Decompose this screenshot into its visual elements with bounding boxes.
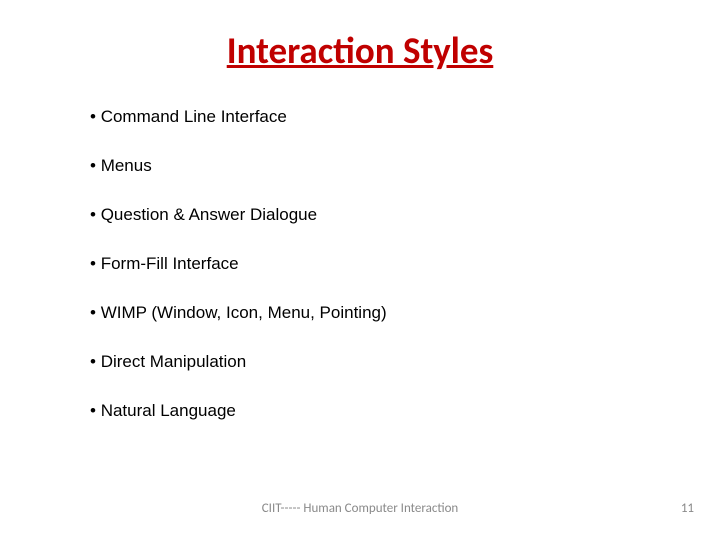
slide-title: Interaction Styles [90, 28, 630, 73]
page-number: 11 [681, 501, 694, 516]
footer-text: CIIT----- Human Computer Interaction [262, 501, 459, 516]
list-item: Question & Answer Dialogue [90, 205, 630, 225]
list-item: Form-Fill Interface [90, 254, 630, 274]
list-item: Natural Language [90, 401, 630, 421]
list-item: Menus [90, 156, 630, 176]
list-item: WIMP (Window, Icon, Menu, Pointing) [90, 303, 630, 323]
slide-container: Interaction Styles Command Line Interfac… [0, 0, 720, 540]
footer: CIIT----- Human Computer Interaction [0, 501, 720, 516]
bullet-list: Command Line Interface Menus Question & … [90, 107, 630, 421]
list-item: Command Line Interface [90, 107, 630, 127]
list-item: Direct Manipulation [90, 352, 630, 372]
